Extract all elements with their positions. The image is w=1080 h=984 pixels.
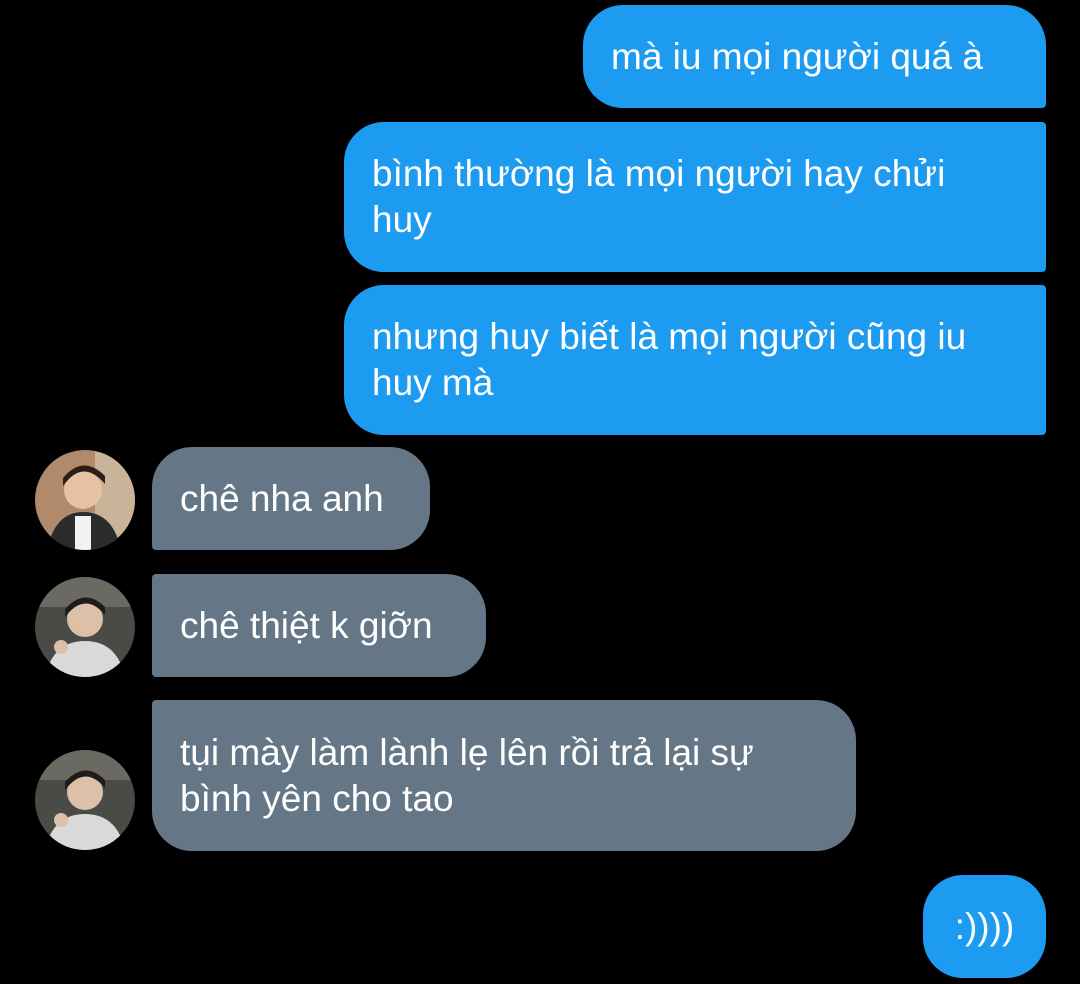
user-avatar-1[interactable] — [35, 450, 135, 550]
message-bubble-outgoing[interactable]: mà iu mọi người quá à — [583, 5, 1046, 108]
message-bubble-outgoing[interactable]: nhưng huy biết là mọi người cũng iu huy … — [344, 285, 1046, 435]
message-text: :)))) — [954, 905, 1015, 947]
message-bubble-incoming[interactable]: tụi mày làm lành lẹ lên rồi trả lại sự b… — [152, 700, 856, 851]
user-avatar-2[interactable] — [35, 750, 135, 850]
message-text: chê nha anh — [180, 477, 384, 519]
message-bubble-incoming[interactable]: chê thiệt k giỡn — [152, 574, 486, 677]
profile-photo-icon — [35, 450, 135, 550]
profile-photo-icon — [35, 577, 135, 677]
message-text: chê thiệt k giỡn — [180, 604, 433, 646]
message-bubble-outgoing[interactable]: bình thường là mọi người hay chửi huy — [344, 122, 1046, 272]
message-text: tụi mày làm lành lẹ lên rồi trả lại sự b… — [180, 731, 754, 819]
message-text: bình thường là mọi người hay chửi huy — [372, 153, 946, 240]
message-text: nhưng huy biết là mọi người cũng iu huy … — [372, 316, 967, 403]
message-bubble-outgoing[interactable]: :)))) — [923, 875, 1046, 978]
user-avatar-2[interactable] — [35, 577, 135, 677]
profile-photo-icon — [35, 750, 135, 850]
message-text: mà iu mọi người quá à — [611, 35, 983, 77]
message-bubble-incoming[interactable]: chê nha anh — [152, 447, 430, 550]
